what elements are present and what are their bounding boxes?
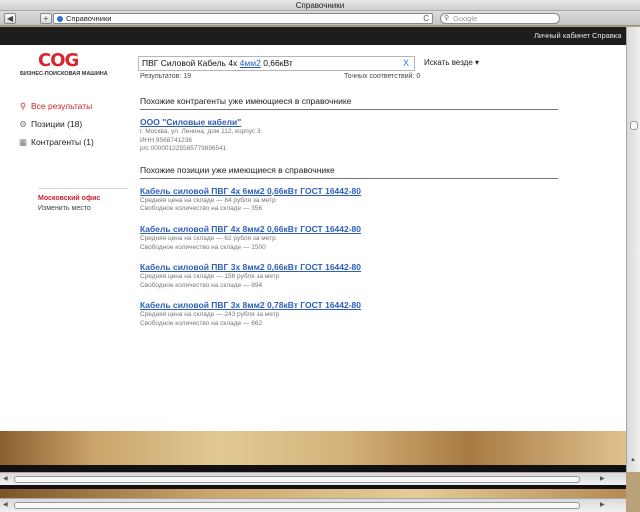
contractor-link[interactable]: ООО "Силовые кабели" (140, 117, 558, 128)
search-icon: ⚲ (444, 15, 450, 22)
list-item: Кабель силовой ПВГ 3х 8мм2 0,78кВт ГОСТ … (140, 300, 558, 328)
desktop-divider-lower (0, 485, 626, 489)
horizontal-scroll-thumb-lower[interactable] (14, 502, 580, 509)
office-label: Московский офис (38, 195, 101, 202)
window-title: Справочники (0, 0, 640, 11)
list-item: Кабель силовой ПВГ 3х 8мм2 0,66кВт ГОСТ … (140, 262, 558, 290)
page-content: Личный кабинет Справка СОG БИЗНЕС-ПОИСКО… (0, 27, 626, 431)
reload-icon[interactable]: C (423, 14, 429, 23)
sidebar-item-label: Контрагенты (1) (31, 137, 94, 147)
contractors-heading: Похожие контрагенты уже имеющиеся в спра… (140, 96, 558, 110)
chevron-down-icon: ▾ (475, 58, 480, 67)
clear-icon[interactable]: X (403, 57, 409, 70)
query-highlight: 4мм2 (239, 58, 261, 68)
horizontal-scrollbar[interactable]: ◀ ▶ (0, 472, 626, 485)
gear-icon: ⚙ (19, 119, 27, 129)
query-prefix: ПВГ Силовой Кабель 4х (142, 58, 238, 68)
address-bar[interactable]: Справочники C (53, 13, 433, 24)
sidebar: ⚲ Все результаты ⚙ Позиции (18) ▦ Контраген… (18, 100, 128, 154)
scroll-left-icon[interactable]: ◀ (3, 475, 8, 482)
list-item: Кабель силовой ПВГ 4х 8мм2 0,66кВт ГОСТ … (140, 224, 558, 252)
browser-toolbar: ◀ + Справочники C ⚲ Google (0, 11, 640, 26)
list-item: ООО "Силовые кабели" г. Москва, ул. Лени… (140, 117, 558, 154)
scroll-right-icon[interactable]: ▶ (600, 501, 605, 508)
horizontal-scroll-thumb[interactable] (14, 476, 580, 483)
desktop-divider (0, 465, 626, 472)
vertical-scrollbar[interactable]: ▲ (626, 27, 640, 472)
list-item: Кабель силовой ПВГ 4х 6мм2 0,66кВт ГОСТ … (140, 186, 558, 214)
scroll-right-icon[interactable]: ▶ (600, 475, 605, 482)
position-link[interactable]: Кабель силовой ПВГ 4х 6мм2 0,66кВт ГОСТ … (140, 186, 558, 197)
position-qty: Свободное количество на складе — 1500 (140, 243, 266, 251)
browser-search-placeholder: Google (453, 14, 478, 23)
search-scope-dropdown[interactable]: Искать везде ▾ (424, 58, 479, 67)
position-price: Средняя цена на складе — 243 рубля за ме… (140, 311, 280, 319)
contractor-address: г. Москва, ул. Ленина, дом 112, корпус 3 (140, 128, 261, 135)
position-price: Средняя цена на складе — 62 рубля за мет… (140, 234, 276, 242)
sidebar-divider (38, 188, 128, 189)
building-icon: ▦ (18, 137, 28, 147)
results-count: Результатов: 19 (140, 73, 192, 80)
change-location-link[interactable]: Изменить место (38, 205, 91, 212)
position-qty: Свободное количество на складе — 662 (140, 319, 263, 327)
exact-count: Точных соответствий: 0 (344, 73, 421, 80)
search-icon: ⚲ (19, 101, 27, 111)
vertical-scroll-thumb[interactable] (630, 121, 638, 130)
position-link[interactable]: Кабель силовой ПВГ 3х 8мм2 0,66кВт ГОСТ … (140, 262, 558, 273)
position-link[interactable]: Кабель силовой ПВГ 3х 8мм2 0,78кВт ГОСТ … (140, 300, 558, 311)
sidebar-item-all[interactable]: ⚲ Все результаты (18, 100, 128, 118)
browser-search-input[interactable]: ⚲ Google (440, 13, 560, 24)
address-text: Справочники (66, 14, 112, 23)
search-input[interactable]: ПВГ Силовой Кабель 4х 4мм2 0,66кВт X (138, 56, 415, 71)
positions-heading: Похожие позиции уже имеющиеся в справочн… (140, 165, 558, 179)
globe-icon (57, 16, 63, 22)
contractor-inn: ИНН 9568741236 (140, 136, 193, 144)
position-price: Средняя цена на складе — 156 рубля за ме… (140, 273, 280, 281)
sidebar-item-positions[interactable]: ⚙ Позиции (18) (18, 118, 128, 136)
sidebar-item-contractors[interactable]: ▦ Контрагенты (1) (18, 136, 128, 154)
sidebar-item-label: Все результаты (31, 101, 93, 111)
cabinet-link[interactable]: Личный кабинет (534, 31, 590, 40)
position-qty: Свободное количество на складе — 894 (140, 281, 263, 289)
results-main: Похожие контрагенты уже имеющиеся в спра… (140, 96, 558, 329)
logo[interactable]: СОG БИЗНЕС-ПОИСКОВАЯ МАШИНА (20, 50, 108, 78)
top-bar: Личный кабинет Справка (0, 27, 626, 45)
query-suffix: 0,66кВт (263, 58, 293, 68)
new-tab-button[interactable]: + (40, 13, 52, 24)
back-button[interactable]: ◀ (4, 13, 16, 24)
logo-mark: СОG (38, 50, 79, 71)
position-qty: Свободное количество на складе — 356 (140, 205, 263, 213)
logo-subtitle: БИЗНЕС-ПОИСКОВАЯ МАШИНА (20, 71, 108, 77)
help-link[interactable]: Справка (592, 31, 621, 40)
sidebar-item-label: Позиции (18) (31, 119, 83, 129)
position-link[interactable]: Кабель силовой ПВГ 4х 8мм2 0,66кВт ГОСТ … (140, 224, 558, 235)
contractor-account: р/с 00000122558577989654​1 (140, 145, 227, 153)
horizontal-scrollbar-lower[interactable]: ◀ ▶ (0, 498, 626, 512)
scroll-up-icon[interactable]: ▲ (630, 457, 636, 463)
scroll-left-icon[interactable]: ◀ (3, 501, 8, 508)
